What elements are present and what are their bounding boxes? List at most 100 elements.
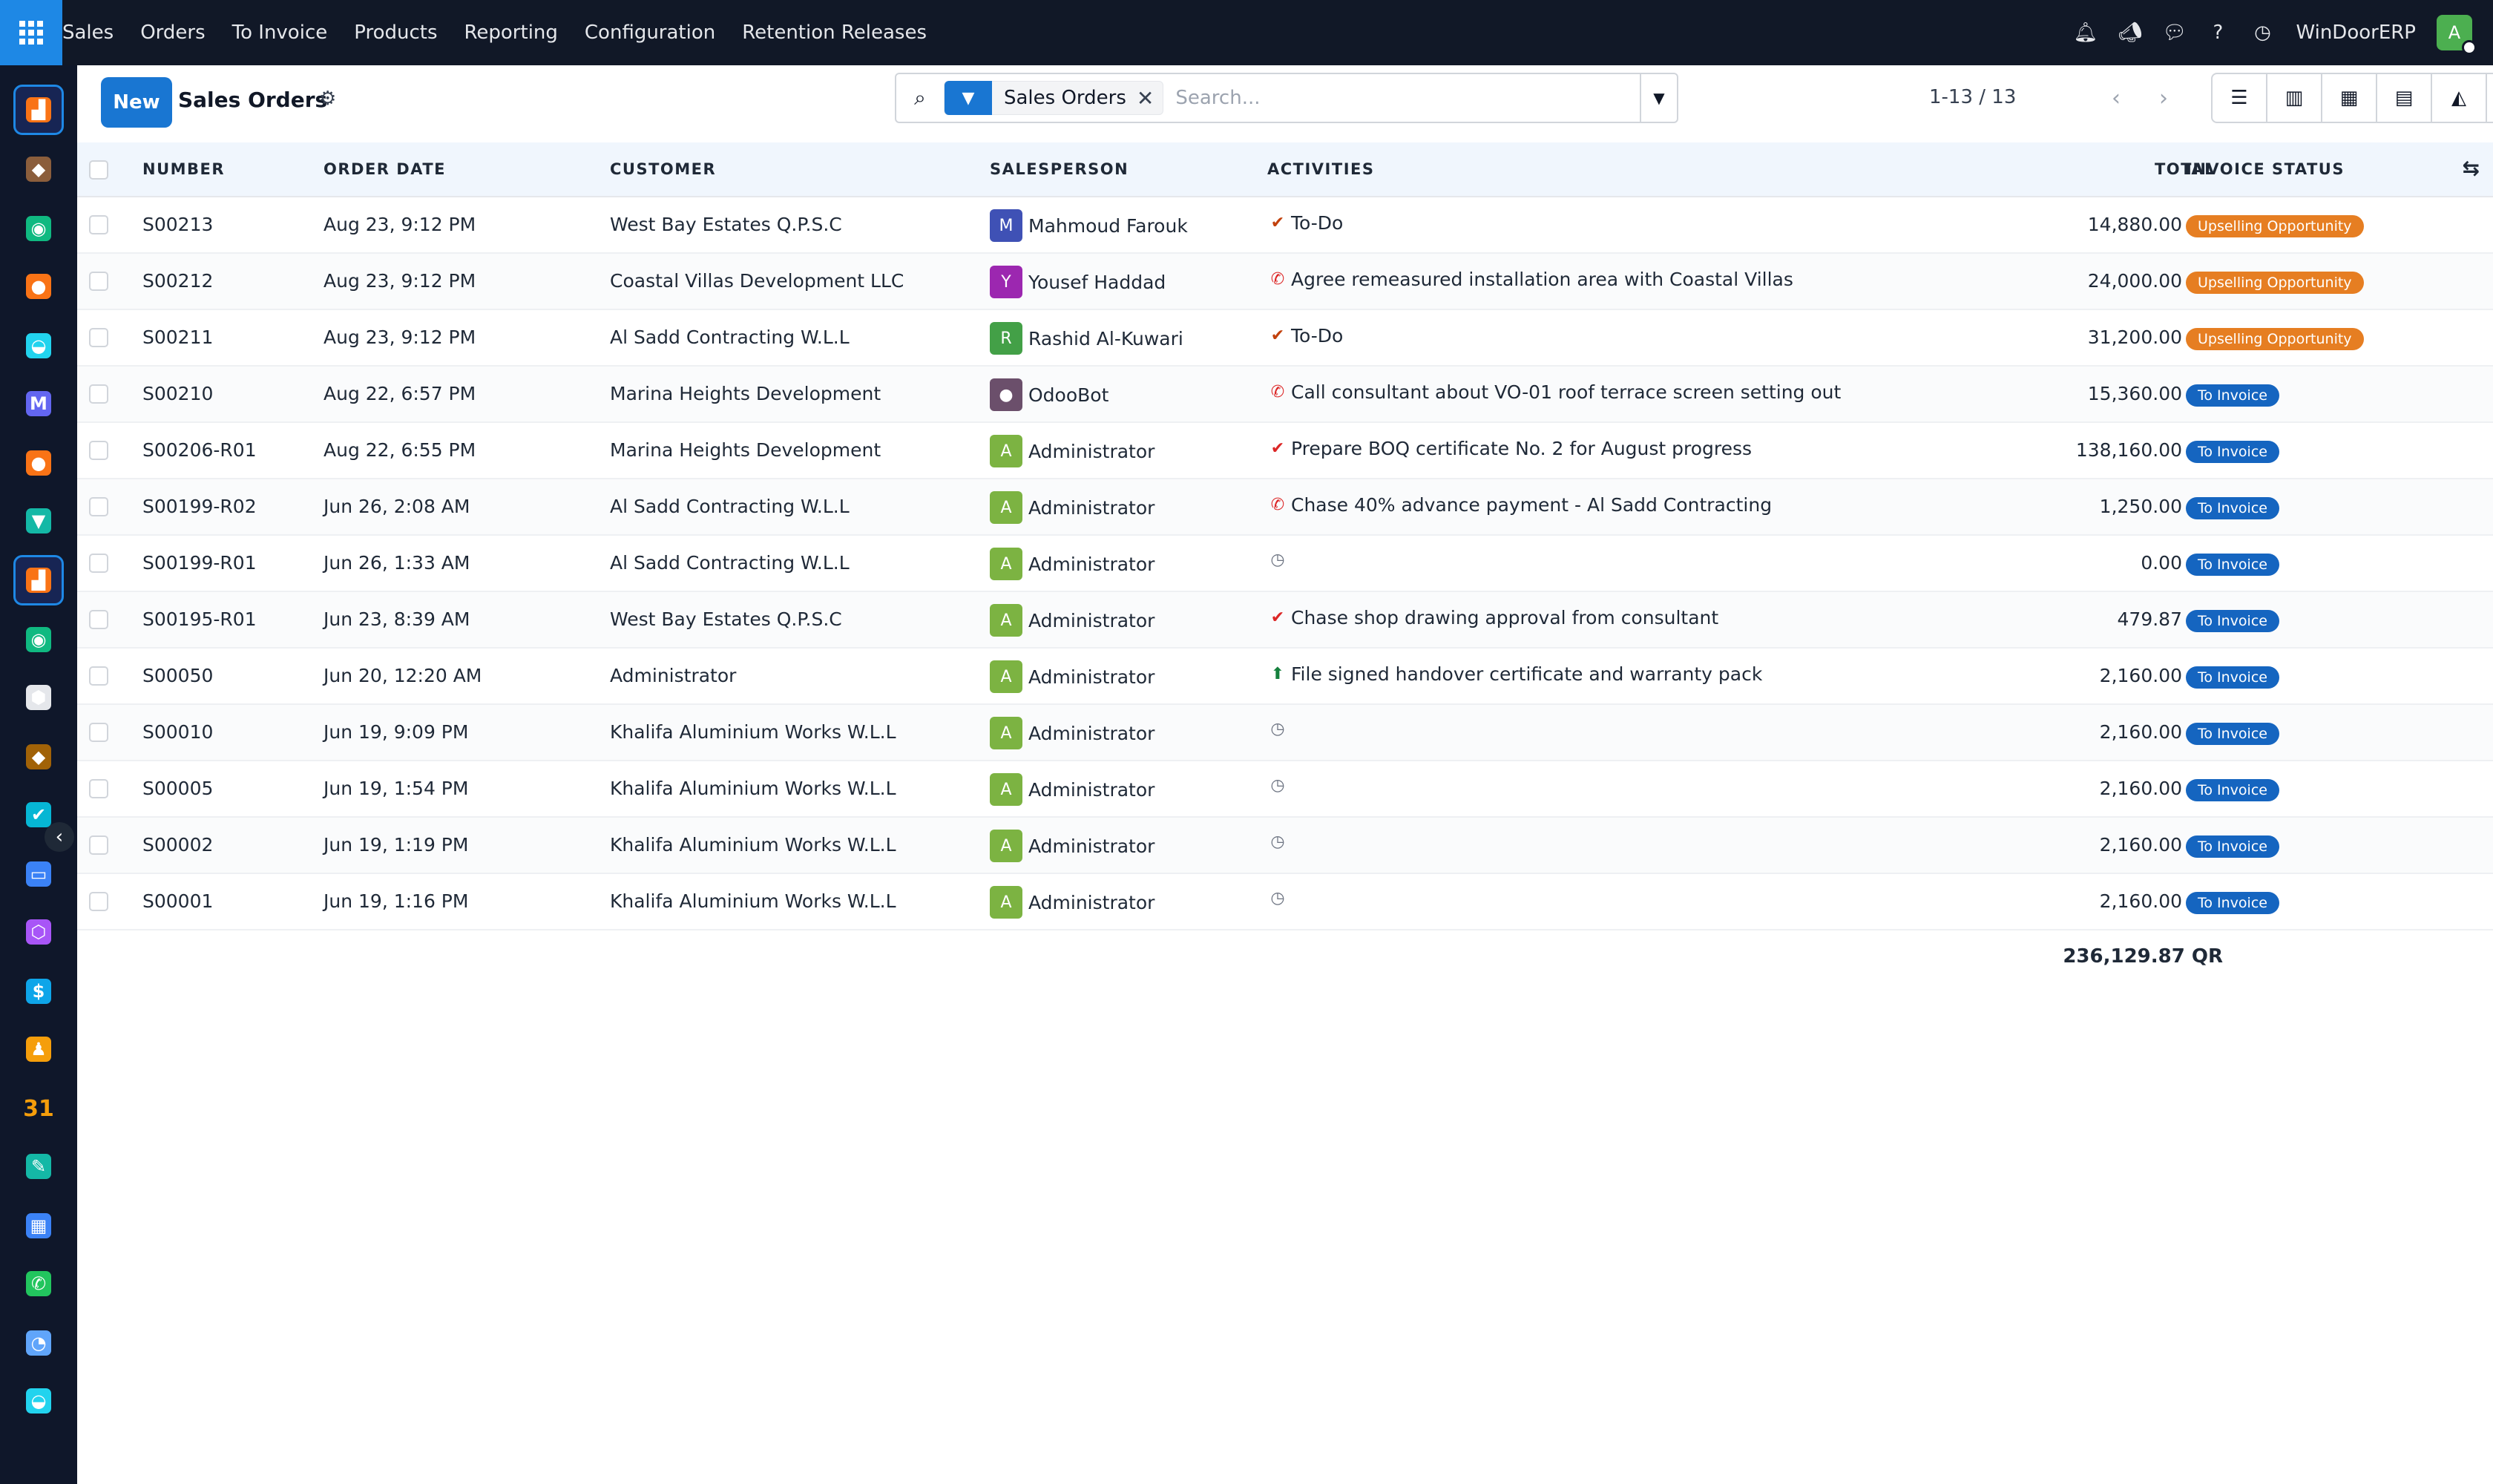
table-row[interactable]: S00206-R01 Aug 22, 6:55 PM Marina Heights … bbox=[77, 423, 2493, 479]
activity[interactable]: ⬆ File signed handover certificate and wa… bbox=[1267, 663, 1763, 685]
graph-view-icon[interactable]: ◭ bbox=[2431, 73, 2487, 123]
phone-icon[interactable]: ✆ bbox=[1267, 270, 1288, 289]
menu-sales[interactable]: Sales bbox=[62, 22, 114, 44]
sidebar-app-7[interactable]: ▼ bbox=[13, 496, 64, 546]
row-checkbox[interactable] bbox=[89, 272, 108, 291]
table-row[interactable]: S00211 Aug 23, 9:12 PM Al Sadd Contracting… bbox=[77, 310, 2493, 367]
activity-clock-icon[interactable]: ◷ bbox=[1267, 833, 1288, 851]
activity[interactable]: ✆ Call consultant about VO-01 roof terrac… bbox=[1267, 381, 1842, 403]
sidebar-app-6[interactable]: ● bbox=[13, 438, 64, 488]
table-row[interactable]: S00050 Jun 20, 12:20 AM Administrator A Admi… bbox=[77, 649, 2493, 705]
activity[interactable]: ◷ bbox=[1267, 889, 1291, 907]
row-checkbox[interactable] bbox=[89, 779, 108, 798]
todo-check-icon[interactable]: ✔ bbox=[1267, 439, 1288, 458]
table-row[interactable]: S00212 Aug 23, 9:12 PM Coastal Villas Deve… bbox=[77, 254, 2493, 310]
sidebar-app-2[interactable]: ◉ bbox=[13, 203, 64, 254]
table-row[interactable]: S00001 Jun 19, 1:16 PM Khalifa Aluminium W… bbox=[77, 874, 2493, 930]
activity[interactable]: ✔ Chase shop drawing approval from consul… bbox=[1267, 607, 1718, 628]
table-row[interactable]: S00002 Jun 19, 1:19 PM Khalifa Aluminium W… bbox=[77, 818, 2493, 874]
company-name[interactable]: WinDoorERP bbox=[2296, 22, 2416, 44]
sidebar-app-10[interactable]: ⬢ bbox=[13, 672, 64, 723]
phone-icon[interactable]: ✆ bbox=[1267, 496, 1288, 514]
sidebar-app-14[interactable]: ⬡ bbox=[13, 907, 64, 957]
sidebar-app-5[interactable]: M bbox=[13, 378, 64, 429]
col-number[interactable]: NUMBER bbox=[142, 160, 225, 178]
menu-reporting[interactable]: Reporting bbox=[464, 22, 558, 44]
row-checkbox[interactable] bbox=[89, 215, 108, 234]
menu-products[interactable]: Products bbox=[354, 22, 437, 44]
sidebar-app-3[interactable]: ● bbox=[13, 261, 64, 312]
select-all-checkbox[interactable] bbox=[89, 160, 108, 180]
activity[interactable]: ✆ Chase 40% advance payment - Al Sadd Con… bbox=[1267, 494, 1772, 516]
search-input[interactable]: Search... bbox=[1175, 87, 1640, 109]
col-customer[interactable]: CUSTOMER bbox=[610, 160, 716, 178]
sidebar-app-11[interactable]: ◆ bbox=[13, 732, 64, 782]
user-avatar[interactable]: A bbox=[2437, 15, 2477, 55]
activity[interactable]: ✔ To-Do bbox=[1267, 325, 1344, 347]
pager-next-icon[interactable]: › bbox=[2140, 74, 2187, 122]
row-checkbox[interactable] bbox=[89, 328, 108, 347]
col-activities[interactable]: ACTIVITIES bbox=[1267, 160, 1374, 178]
sidebar-app-20[interactable]: ✆ bbox=[13, 1258, 64, 1309]
pivot-view-icon[interactable]: ▤ bbox=[2376, 73, 2432, 123]
table-row[interactable]: S00010 Jun 19, 9:09 PM Khalifa Aluminium W… bbox=[77, 705, 2493, 761]
bell-icon[interactable]: 🔔︎ bbox=[2073, 22, 2098, 44]
table-row[interactable]: S00005 Jun 19, 1:54 PM Khalifa Aluminium W… bbox=[77, 761, 2493, 818]
table-row[interactable]: S00210 Aug 22, 6:57 PM Marina Heights Deve… bbox=[77, 367, 2493, 423]
list-view-icon[interactable]: ☰ bbox=[2211, 73, 2267, 123]
optional-columns-icon[interactable]: ⇆ bbox=[2463, 156, 2480, 180]
col-salesperson[interactable]: SALESPERSON bbox=[990, 160, 1129, 178]
todo-check-icon[interactable]: ✔ bbox=[1267, 214, 1288, 232]
megaphone-icon[interactable]: 📣︎ bbox=[2118, 22, 2142, 44]
sidebar-app-13[interactable]: ▭ bbox=[13, 849, 64, 899]
activity[interactable]: ◷ bbox=[1267, 720, 1291, 738]
upload-icon[interactable]: ⬆ bbox=[1267, 665, 1288, 683]
clock-icon[interactable]: ◷ bbox=[2251, 22, 2273, 44]
table-row[interactable]: S00199-R01 Jun 26, 1:33 AM Al Sadd Contrac… bbox=[77, 536, 2493, 592]
sidebar-app-4[interactable]: ◒ bbox=[13, 321, 64, 371]
table-row[interactable]: S00199-R02 Jun 26, 2:08 AM Al Sadd Contrac… bbox=[77, 479, 2493, 536]
activity-clock-icon[interactable]: ◷ bbox=[1267, 720, 1288, 738]
sidebar-app-0[interactable]: ▟ bbox=[13, 85, 64, 135]
sidebar-app-17[interactable]: 31 bbox=[13, 1083, 64, 1134]
row-checkbox[interactable] bbox=[89, 723, 108, 742]
sidebar-app-8[interactable]: ▟ bbox=[13, 555, 64, 605]
remove-facet-icon[interactable]: ✕ bbox=[1137, 86, 1163, 111]
activity-view-icon[interactable]: ◷ bbox=[2486, 73, 2493, 123]
kanban-view-icon[interactable]: ▥ bbox=[2266, 73, 2322, 123]
row-checkbox[interactable] bbox=[89, 384, 108, 404]
activity[interactable]: ✔ Prepare BOQ certificate No. 2 for Augus… bbox=[1267, 438, 1752, 459]
collapse-sidebar-button[interactable]: ‹ bbox=[45, 822, 74, 852]
phone-icon[interactable]: ✆ bbox=[1267, 383, 1288, 401]
chat-icon[interactable]: 💬︎ bbox=[2162, 22, 2187, 44]
help-icon[interactable]: ? bbox=[2207, 22, 2229, 44]
activity[interactable]: ✔ To-Do bbox=[1267, 212, 1344, 234]
app-switcher-button[interactable] bbox=[0, 0, 62, 65]
gear-icon[interactable]: ⚙ bbox=[319, 88, 336, 110]
search-icon[interactable]: ⌕ bbox=[896, 85, 944, 111]
calendar-view-icon[interactable]: ▦ bbox=[2321, 73, 2377, 123]
menu-to-invoice[interactable]: To Invoice bbox=[232, 22, 328, 44]
activity-clock-icon[interactable]: ◷ bbox=[1267, 889, 1288, 907]
sidebar-app-19[interactable]: ▦ bbox=[13, 1201, 64, 1251]
row-checkbox[interactable] bbox=[89, 610, 108, 629]
table-row[interactable]: S00213 Aug 23, 9:12 PM West Bay Estates Q.… bbox=[77, 197, 2493, 254]
col-order-date[interactable]: ORDER DATE bbox=[323, 160, 446, 178]
sidebar-app-22[interactable]: ◒ bbox=[13, 1376, 64, 1426]
search-options-toggle[interactable]: ▼ bbox=[1640, 74, 1677, 122]
row-checkbox[interactable] bbox=[89, 835, 108, 855]
sidebar-app-9[interactable]: ◉ bbox=[13, 614, 64, 665]
sidebar-app-16[interactable]: ♟ bbox=[13, 1024, 64, 1074]
row-checkbox[interactable] bbox=[89, 497, 108, 516]
table-row[interactable]: S00195-R01 Jun 23, 8:39 AM West Bay Estate… bbox=[77, 592, 2493, 649]
row-checkbox[interactable] bbox=[89, 554, 108, 573]
row-checkbox[interactable] bbox=[89, 441, 108, 460]
row-checkbox[interactable] bbox=[89, 666, 108, 686]
pager-previous-icon[interactable]: ‹ bbox=[2092, 74, 2140, 122]
activity[interactable]: ✆ Agree remeasured installation area with… bbox=[1267, 269, 1793, 290]
activity[interactable]: ◷ bbox=[1267, 833, 1291, 851]
row-checkbox[interactable] bbox=[89, 892, 108, 911]
activity[interactable]: ◷ bbox=[1267, 551, 1291, 569]
menu-configuration[interactable]: Configuration bbox=[585, 22, 715, 44]
pager-value[interactable]: 1-13 / 13 bbox=[1929, 86, 2016, 108]
